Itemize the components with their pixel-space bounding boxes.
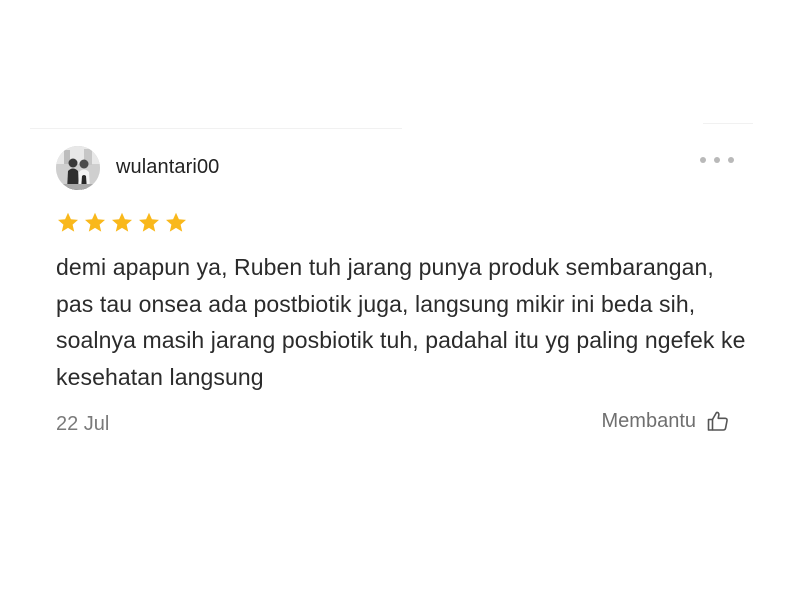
star-rating bbox=[56, 210, 746, 236]
helpful-button[interactable]: Membantu bbox=[602, 409, 731, 433]
review-page: wulantari00 demi apapun ya, Ruben tuh ja… bbox=[0, 0, 790, 592]
username[interactable]: wulantari00 bbox=[116, 156, 219, 179]
review-text: demi apapun ya, Ruben tuh jarang punya p… bbox=[56, 254, 746, 390]
review-footer: 22 Jul Membantu bbox=[56, 409, 746, 439]
star-icon bbox=[58, 212, 78, 232]
helpful-label: Membantu bbox=[601, 409, 697, 432]
more-options-button[interactable] bbox=[700, 153, 734, 167]
more-dot bbox=[728, 157, 734, 163]
review-date: 22 Jul bbox=[56, 413, 110, 435]
more-dots-icon bbox=[700, 157, 706, 163]
review-card: wulantari00 demi apapun ya, Ruben tuh ja… bbox=[56, 145, 746, 439]
review-header: wulantari00 bbox=[56, 145, 746, 190]
top-divider bbox=[30, 128, 402, 129]
star-icon bbox=[139, 212, 159, 232]
thumbs-up-icon bbox=[707, 411, 728, 431]
star-icon bbox=[112, 212, 132, 232]
avatar-photo bbox=[56, 145, 100, 190]
more-dot bbox=[714, 157, 720, 163]
star-icon bbox=[166, 212, 186, 232]
star-icon bbox=[85, 212, 105, 232]
top-divider-right bbox=[703, 123, 753, 124]
avatar[interactable] bbox=[56, 145, 100, 190]
